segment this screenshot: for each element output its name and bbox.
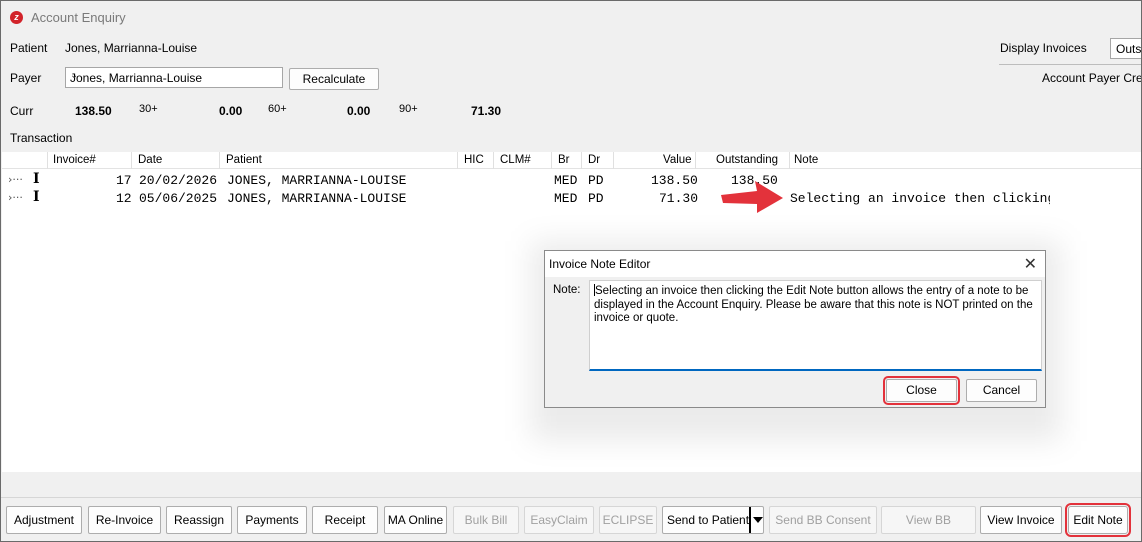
dialog-title: Invoice Note Editor <box>549 257 651 271</box>
cell-br: MED <box>554 191 578 206</box>
col-br[interactable]: Br <box>558 154 570 166</box>
age60-label: 60+ <box>268 103 287 115</box>
display-invoices-label: Display Invoices <box>1000 41 1087 55</box>
reassign-button[interactable]: Reassign <box>166 506 232 534</box>
account-payer-label: Account Payer Cred <box>1042 71 1142 85</box>
col-hic[interactable]: HIC <box>464 154 484 166</box>
text-cursor-icon: I <box>33 171 40 187</box>
recalculate-button[interactable]: Recalculate <box>289 68 379 90</box>
transaction-label: Transaction <box>10 131 73 145</box>
receipt-button[interactable]: Receipt <box>312 506 378 534</box>
easyclaim-button[interactable]: EasyClaim <box>524 506 594 534</box>
cell-patient: JONES, MARRIANNA-LOUISE <box>227 191 407 206</box>
col-invoice[interactable]: Invoice# <box>53 154 96 166</box>
cell-value: 71.30 <box>659 191 699 206</box>
age30-value: 0.00 <box>219 104 243 118</box>
age90-value: 71.30 <box>471 104 502 118</box>
bottom-toolbar: Adjustment Re-Invoice Reassign Payments … <box>1 497 1141 541</box>
edit-note-button[interactable]: Edit Note <box>1065 503 1131 537</box>
cell-invoice: 12 <box>116 191 132 206</box>
chevron-down-icon: ⌄ <box>70 70 79 81</box>
age90-label: 90+ <box>399 103 418 115</box>
cell-dr: PD <box>588 173 604 188</box>
note-textarea[interactable]: Selecting an invoice then clicking the E… <box>589 280 1042 371</box>
grid-empty-area <box>1050 169 1141 472</box>
patient-label: Patient <box>10 41 48 55</box>
col-value[interactable]: Value <box>663 154 692 166</box>
expand-icon[interactable]: ›··· <box>8 173 23 186</box>
adjustment-button[interactable]: Adjustment <box>6 506 82 534</box>
eclipse-button[interactable]: ECLIPSE <box>599 506 657 534</box>
annotation-arrow-icon <box>721 181 783 213</box>
age30-label: 30+ <box>139 103 158 115</box>
col-note[interactable]: Note <box>794 154 818 166</box>
reinvoice-button[interactable]: Re-Invoice <box>88 506 161 534</box>
view-invoice-button[interactable]: View Invoice <box>980 506 1062 534</box>
cell-br: MED <box>554 173 578 188</box>
cancel-button[interactable]: Cancel <box>966 379 1037 402</box>
expand-icon[interactable]: ›··· <box>8 191 23 204</box>
col-patient[interactable]: Patient <box>226 154 262 166</box>
payments-button[interactable]: Payments <box>237 506 307 534</box>
cell-invoice: 17 <box>116 173 132 188</box>
close-button[interactable]: Close <box>883 376 960 405</box>
send-to-patient-button[interactable]: Send to Patient <box>662 506 764 534</box>
account-enquiry-window: z Account Enquiry Patient Jones, Marrian… <box>0 0 1142 542</box>
cell-date: 20/02/2026 <box>139 173 218 188</box>
curr-value: 138.50 <box>75 104 112 118</box>
table-row[interactable]: ›··· I 17 20/02/2026 JONES, MARRIANNA-LO… <box>2 171 1141 189</box>
cell-value: 138.50 <box>651 173 698 188</box>
col-dr[interactable]: Dr <box>588 154 600 166</box>
send-to-patient-label: Send to Patient <box>667 513 750 527</box>
view-bb-consent-button[interactable]: View BB Consent <box>881 506 976 541</box>
age60-value: 0.00 <box>347 104 371 118</box>
dropdown-arrow-icon[interactable] <box>749 507 763 533</box>
payer-label: Payer <box>10 71 42 85</box>
cell-patient: JONES, MARRIANNA-LOUISE <box>227 173 407 188</box>
note-text: Selecting an invoice then clicking the E… <box>594 285 1033 324</box>
text-cursor-icon: I <box>33 189 40 205</box>
app-logo-icon: z <box>10 11 23 24</box>
curr-label: Curr <box>10 104 34 118</box>
cell-dr: PD <box>588 191 604 206</box>
display-invoices-select[interactable]: Outs <box>1110 38 1141 59</box>
dialog-title-bar: Invoice Note Editor ✕ <box>545 251 1045 277</box>
window-title: Account Enquiry <box>31 10 126 25</box>
grid-header: Invoice# Date Patient HIC CLM# Br Dr Val… <box>2 152 1141 169</box>
cell-date: 05/06/2025 <box>139 191 218 206</box>
patient-value: Jones, Marrianna-Louise <box>65 41 198 55</box>
col-outstanding[interactable]: Outstanding <box>716 154 778 166</box>
ma-online-button[interactable]: MA Online <box>384 506 447 534</box>
col-clm[interactable]: CLM# <box>500 154 531 166</box>
table-row[interactable]: ›··· I 12 05/06/2025 JONES, MARRIANNA-LO… <box>2 189 1141 207</box>
title-bar: z Account Enquiry <box>1 1 1141 33</box>
col-date[interactable]: Date <box>138 154 162 166</box>
payer-select[interactable]: Jones, Marrianna-Louise ⌄ <box>65 67 283 88</box>
divider <box>999 64 1141 65</box>
close-icon[interactable]: ✕ <box>1024 254 1037 274</box>
bulk-bill-button[interactable]: Bulk Bill <box>453 506 519 534</box>
send-bb-consent-button[interactable]: Send BB Consent <box>769 506 877 534</box>
invoice-note-editor-dialog: Invoice Note Editor ✕ Note: Selecting an… <box>544 250 1046 408</box>
note-label: Note: <box>553 284 581 296</box>
